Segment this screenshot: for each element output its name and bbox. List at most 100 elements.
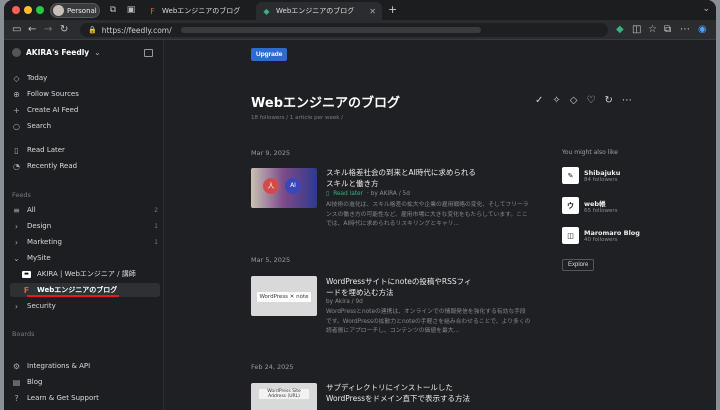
unread-count: 1	[154, 238, 158, 246]
sidebar-item-blog[interactable]: ▤ Blog	[10, 375, 160, 389]
back-icon[interactable]: ←	[28, 24, 36, 36]
tab-1[interactable]: F Webエンジニアのブログ	[142, 2, 254, 20]
tab-list-chevron-icon[interactable]: ⌄	[702, 4, 710, 14]
ai-icon: AI	[285, 178, 301, 194]
chevron-down-icon[interactable]: ⌄	[12, 254, 21, 263]
favorites-icon[interactable]: ☆	[648, 24, 657, 36]
sidebar-item-follow-sources[interactable]: ⊕ Follow Sources	[10, 87, 160, 101]
sidebar-feed-security[interactable]: › Security	[10, 299, 160, 313]
account-switcher[interactable]: AKIRA's Feedly ⌄	[12, 48, 100, 57]
article-date: Mar 5, 2025	[251, 256, 291, 264]
zoom-window-button[interactable]	[36, 6, 44, 14]
ai-icon[interactable]: ✧	[552, 95, 560, 106]
article-title[interactable]: WordPressサイトにnoteの投稿やRSSフィードを埋め込む方法	[326, 276, 476, 298]
feed-label: Design	[27, 222, 52, 230]
recommendation-item[interactable]: ✎ Shibajuku 84 followers	[562, 167, 620, 184]
sidebar-item-search[interactable]: ○ Search	[10, 119, 160, 133]
source-name: Shibajuku	[584, 168, 621, 177]
chevron-right-icon[interactable]: ›	[12, 222, 21, 231]
sidebar-feed-design[interactable]: › Design 1	[10, 219, 160, 233]
sidebar-item-label: Today	[27, 74, 48, 82]
also-like-heading: You might also like	[562, 149, 618, 156]
browser-window: Personal ⧉ ▣ F Webエンジニアのブログ ◆ Webエンジニアのブ…	[4, 0, 716, 410]
extension-feedly-icon[interactable]: ◆	[616, 24, 624, 36]
sidebar-item-label: Integrations & API	[27, 362, 91, 370]
tab-close-icon[interactable]: ✕	[369, 7, 376, 16]
feed-label: All	[27, 206, 36, 214]
workspaces-icon[interactable]: ⧉	[108, 5, 118, 15]
feedly-green-favicon-icon: ◆	[263, 6, 270, 16]
bookmark-icon: ▯	[14, 145, 19, 155]
mark-read-icon[interactable]: ✓	[535, 95, 543, 106]
tab-actions-icon[interactable]: ▣	[126, 5, 136, 15]
forward-icon[interactable]: →	[44, 24, 52, 36]
sidebar-item-read-later[interactable]: ▯ Read Later	[10, 143, 160, 157]
article-title[interactable]: サブディレクトリにインストールしたWordPressをドメイン直下で表示する方法	[326, 382, 476, 404]
collapse-sidebar-icon[interactable]	[144, 49, 153, 57]
sidebar-feed-all[interactable]: ≡ All 2	[10, 203, 160, 217]
minimize-window-button[interactable]	[24, 6, 32, 14]
article-thumbnail[interactable]: WordPress Site Address (URL)	[251, 383, 317, 410]
sidebar-item-label: Recently Read	[27, 162, 78, 170]
author-age: · by AKIRA / 5d	[367, 191, 410, 197]
feed-stats: 18 followers / 1 article per week /	[251, 115, 344, 121]
bookmark-icon: ▯	[326, 191, 330, 197]
integrations-icon: ⚙	[12, 361, 21, 371]
tab-1-label: Webエンジニアのブログ	[162, 7, 241, 15]
reload-icon[interactable]: ↻	[60, 24, 68, 36]
sidebar: AKIRA's Feedly ⌄ ◇ Today ⊕ Follow Source…	[4, 40, 164, 410]
source-followers: 40 followers	[584, 236, 618, 243]
account-name: AKIRA's Feedly	[26, 48, 90, 57]
chevron-right-icon[interactable]: ›	[12, 302, 21, 311]
feeds-section-label: Feeds	[12, 191, 31, 199]
source-favicon-icon: ▬	[22, 270, 31, 278]
collections-icon[interactable]: ⧉	[664, 24, 671, 36]
sidebar-toggle-icon[interactable]: ▭	[12, 24, 21, 36]
read-later-link[interactable]: Read later	[333, 191, 363, 197]
chevron-down-icon: ⌄	[94, 48, 101, 57]
address-url: https://feedly.com/	[101, 25, 172, 35]
source-favicon-icon: F	[23, 285, 30, 295]
feed-label: Marketing	[27, 238, 62, 246]
sidebar-item-integrations[interactable]: ⚙ Integrations & API	[10, 359, 160, 373]
article-thumbnail[interactable]: 人 AI	[251, 168, 317, 208]
recommendation-item[interactable]: ◫ Maromaro Blog 40 followers	[562, 227, 640, 244]
url-path-redacted	[180, 27, 481, 33]
copilot-icon[interactable]: ◉	[698, 24, 707, 36]
thumbnail-caption: WordPress ✕ note	[257, 292, 311, 302]
boards-section-label: Boards	[12, 330, 35, 338]
tag-icon[interactable]: ◇	[570, 95, 578, 106]
article-title[interactable]: スキル格差社会の到来とAI時代に求められるスキルと働き方	[326, 167, 476, 189]
sidebar-item-support[interactable]: ? Learn & Get Support	[10, 391, 160, 405]
article-thumbnail[interactable]: WordPress ✕ note	[251, 276, 317, 316]
recommendation-item[interactable]: ウ web帳 65 followers	[562, 197, 617, 214]
sidebar-item-label: Follow Sources	[27, 90, 79, 98]
source-logo-icon: ◫	[562, 227, 579, 244]
author-age: by Akira / 9d	[326, 299, 363, 305]
plus-icon: +	[13, 105, 20, 115]
more-icon[interactable]: ⋯	[622, 95, 632, 106]
address-bar[interactable]: 🔒 https://feedly.com/	[80, 23, 608, 37]
sidebar-source-akira[interactable]: ▬ AKIRA | Webエンジニア / 講師	[10, 267, 160, 281]
new-tab-button[interactable]: +	[388, 3, 397, 16]
feed-actions: ✓ ✧ ◇ ♡ ↻ ⋯	[535, 95, 632, 106]
help-icon: ?	[14, 393, 19, 403]
sidebar-feed-mysite[interactable]: ⌄ MySite	[10, 251, 160, 265]
chevron-right-icon[interactable]: ›	[12, 238, 21, 247]
split-screen-icon[interactable]: ◫	[632, 24, 641, 36]
upgrade-button[interactable]: Upgrade	[251, 48, 288, 61]
tab-2[interactable]: ◆ Webエンジニアのブログ ✕	[256, 2, 382, 20]
more-icon[interactable]: ⋯	[680, 24, 690, 36]
refresh-icon[interactable]: ↻	[604, 95, 612, 106]
source-name: Maromaro Blog	[584, 228, 640, 237]
profile-button[interactable]: Personal	[50, 3, 100, 18]
explore-button[interactable]: Explore	[562, 259, 595, 271]
heart-icon[interactable]: ♡	[586, 95, 595, 106]
sidebar-item-today[interactable]: ◇ Today	[10, 71, 160, 85]
sidebar-item-create-ai-feed[interactable]: + Create AI Feed	[10, 103, 160, 117]
sidebar-item-recently-read[interactable]: ◔ Recently Read	[10, 159, 160, 173]
source-name: web帳	[584, 199, 606, 208]
sidebar-feed-marketing[interactable]: › Marketing 1	[10, 235, 160, 249]
close-window-button[interactable]	[12, 6, 20, 14]
sidebar-item-label: Read Later	[27, 146, 65, 154]
